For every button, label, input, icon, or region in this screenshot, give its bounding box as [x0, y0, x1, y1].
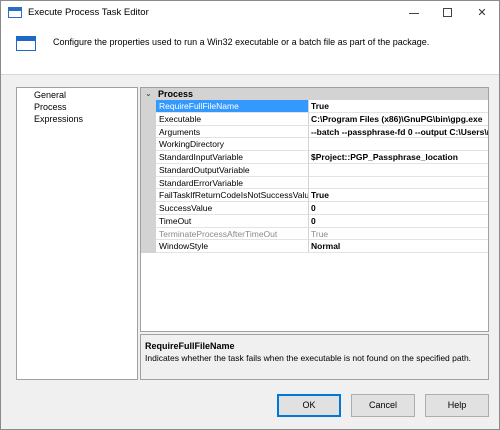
property-value[interactable]: 0: [309, 215, 488, 228]
row-margin: [141, 189, 156, 202]
close-button[interactable]: ✕: [465, 1, 499, 25]
row-margin: [141, 138, 156, 151]
property-name: FailTaskIfReturnCodeIsNotSuccessValue: [156, 189, 309, 202]
property-value[interactable]: [309, 164, 488, 177]
property-row-standard-input-variable[interactable]: StandardInputVariable $Project::PGP_Pass…: [141, 151, 488, 164]
cancel-button[interactable]: Cancel: [351, 394, 415, 417]
property-name: StandardErrorVariable: [156, 176, 309, 190]
property-value[interactable]: 0: [309, 202, 488, 215]
property-name: TerminateProcessAfterTimeOut: [156, 227, 309, 241]
property-value[interactable]: $Project::PGP_Passphrase_location: [309, 151, 488, 164]
property-row-timeout[interactable]: TimeOut 0: [141, 214, 488, 228]
property-grid: ⌄ Process RequireFullFileName True Execu…: [140, 87, 489, 332]
window-icon: [8, 7, 22, 18]
title-bar[interactable]: Execute Process Task Editor ✕: [1, 1, 499, 25]
property-value[interactable]: True: [309, 189, 488, 202]
property-row-executable[interactable]: Executable C:\Program Files (x86)\GnuPG\…: [141, 112, 488, 126]
task-editor-icon: [16, 36, 36, 51]
property-name: StandardOutputVariable: [156, 163, 309, 177]
property-value[interactable]: [309, 138, 488, 151]
execute-process-task-editor-window: Execute Process Task Editor ✕ Configure …: [0, 0, 500, 430]
property-row-standard-output-variable[interactable]: StandardOutputVariable: [141, 163, 488, 177]
property-row-window-style[interactable]: WindowStyle Normal: [141, 240, 488, 253]
header-description: Configure the properties used to run a W…: [53, 37, 430, 47]
property-value[interactable]: True: [309, 228, 488, 241]
property-name: Arguments: [156, 125, 309, 139]
row-margin: [141, 214, 156, 228]
property-name: RequireFullFileName: [156, 100, 309, 113]
row-margin: [141, 163, 156, 177]
description-title: RequireFullFileName: [145, 341, 235, 351]
nav-item-general[interactable]: General: [34, 90, 66, 100]
row-margin: [141, 100, 156, 113]
property-row-fail-task-if-return-code[interactable]: FailTaskIfReturnCodeIsNotSuccessValue Tr…: [141, 189, 488, 202]
property-row-arguments[interactable]: Arguments --batch --passphrase-fd 0 --ou…: [141, 125, 488, 139]
property-name: TimeOut: [156, 214, 309, 228]
dialog-header: Configure the properties used to run a W…: [1, 25, 499, 75]
maximize-button[interactable]: [431, 1, 465, 25]
ok-button[interactable]: OK: [277, 394, 341, 417]
minimize-button[interactable]: [397, 1, 431, 25]
property-name: Executable: [156, 112, 309, 126]
property-row-success-value[interactable]: SuccessValue 0: [141, 202, 488, 215]
row-margin: [141, 176, 156, 190]
row-margin: [141, 151, 156, 164]
nav-item-expressions[interactable]: Expressions: [34, 114, 83, 124]
close-icon: ✕: [477, 7, 487, 19]
property-name: WorkingDirectory: [156, 138, 309, 151]
property-value[interactable]: True: [309, 100, 488, 113]
window-title: Execute Process Task Editor: [28, 7, 149, 18]
help-button[interactable]: Help: [425, 394, 489, 417]
property-description-panel: RequireFullFileName Indicates whether th…: [140, 334, 489, 380]
property-row-standard-error-variable[interactable]: StandardErrorVariable: [141, 176, 488, 190]
nav-item-process[interactable]: Process: [34, 102, 67, 112]
row-margin: [141, 202, 156, 215]
row-margin: [141, 125, 156, 139]
property-row-require-full-file-name[interactable]: RequireFullFileName True: [141, 100, 488, 113]
row-margin: [141, 112, 156, 126]
property-value[interactable]: [309, 177, 488, 190]
maximize-icon: [443, 8, 452, 17]
property-row-terminate-process-after-timeout[interactable]: TerminateProcessAfterTimeOut True: [141, 227, 488, 241]
property-row-working-directory[interactable]: WorkingDirectory: [141, 138, 488, 151]
property-name: SuccessValue: [156, 202, 309, 215]
row-margin: [141, 240, 156, 253]
category-row-process[interactable]: ⌄ Process: [141, 88, 488, 100]
property-value[interactable]: C:\Program Files (x86)\GnuPG\bin\gpg.exe: [309, 113, 488, 126]
property-value[interactable]: --batch --passphrase-fd 0 --output C:\Us…: [309, 126, 488, 139]
property-name: WindowStyle: [156, 240, 309, 253]
description-text: Indicates whether the task fails when th…: [145, 353, 472, 363]
category-label: Process: [158, 89, 194, 99]
minimize-icon: [409, 13, 419, 14]
page-navigation-list: General Process Expressions: [16, 87, 138, 380]
property-value[interactable]: Normal: [309, 240, 488, 253]
row-margin: [141, 227, 156, 241]
collapse-chevron-icon[interactable]: ⌄: [145, 89, 152, 98]
property-rows: RequireFullFileName True Executable C:\P…: [141, 100, 488, 253]
property-name: StandardInputVariable: [156, 151, 309, 164]
